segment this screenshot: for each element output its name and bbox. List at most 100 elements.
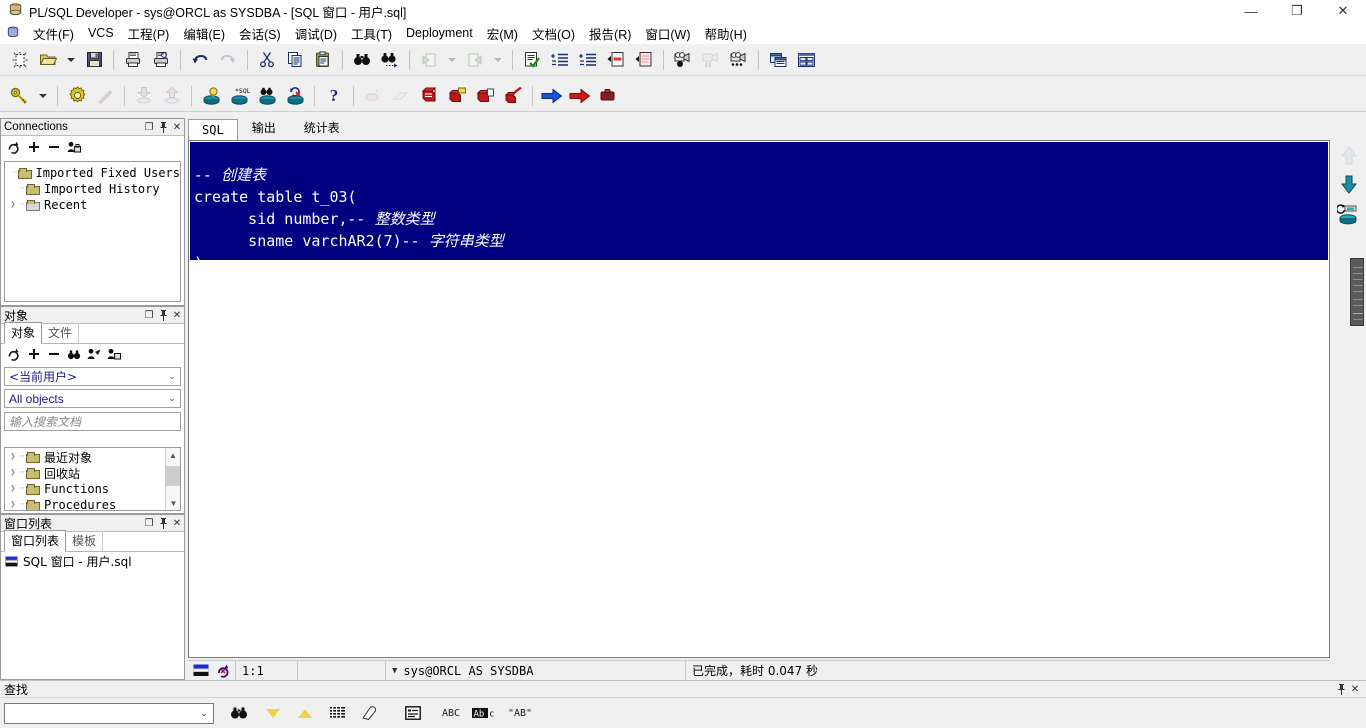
test-window-icon[interactable]	[254, 83, 280, 109]
sql-window-icon[interactable]: *SQL	[226, 83, 252, 109]
objects-tree-scrollbar[interactable]: ▲ ▼	[165, 448, 180, 510]
pin-icon[interactable]	[156, 120, 170, 134]
list-item[interactable]: SQL 窗口 - 用户.sql	[1, 552, 184, 570]
chevron-down-icon[interactable]: ⌄	[164, 371, 180, 382]
chevron-right-icon[interactable]: ❯	[7, 500, 19, 510]
remove-icon[interactable]	[45, 138, 62, 156]
add-icon[interactable]	[25, 138, 42, 156]
pin-icon[interactable]	[156, 308, 170, 322]
chevron-down-icon[interactable]: ▼	[392, 666, 397, 676]
menu-item-deployment[interactable]: Deployment	[399, 25, 480, 41]
user-filter-select[interactable]: <当前用户> ⌄	[4, 367, 181, 386]
chevron-down-icon[interactable]: ⌄	[164, 393, 180, 404]
play-macro-icon[interactable]	[726, 47, 752, 73]
key-icon[interactable]	[7, 83, 33, 109]
close-icon[interactable]: ✕	[1348, 682, 1362, 696]
menu-item-window[interactable]: 窗口(W)	[638, 23, 697, 44]
tree-item[interactable]: ❯ ┈ 回收站	[5, 465, 180, 481]
refresh-icon[interactable]	[5, 138, 22, 156]
highlight-icon[interactable]	[356, 701, 382, 725]
run-icon[interactable]	[539, 83, 565, 109]
comment-icon[interactable]	[603, 47, 629, 73]
restore-icon[interactable]: ❐	[142, 516, 156, 530]
tab-files[interactable]: 文件	[42, 323, 80, 343]
find-icon[interactable]	[226, 701, 252, 725]
regex-icon[interactable]: "AB"	[504, 701, 536, 725]
stop-icon[interactable]	[595, 83, 621, 109]
menu-item-report[interactable]: 报告(R)	[582, 23, 638, 44]
step-out-icon[interactable]	[500, 83, 526, 109]
find-icon[interactable]	[65, 345, 82, 363]
tile-windows-icon[interactable]	[793, 47, 819, 73]
tree-item[interactable]: ❯ ┈ Recent	[5, 197, 180, 213]
print-icon[interactable]	[120, 47, 146, 73]
run-step-icon[interactable]	[567, 83, 593, 109]
find-next-icon[interactable]	[377, 47, 403, 73]
close-icon[interactable]: ✕	[170, 516, 184, 530]
connections-tree[interactable]: ┈ Imported Fixed Users ┈ Imported Histor…	[4, 161, 181, 302]
paste-icon[interactable]	[310, 47, 336, 73]
chevron-right-icon[interactable]: ❯	[7, 200, 19, 210]
tab-sql[interactable]: SQL	[188, 119, 238, 141]
menu-item-document[interactable]: 文档(O)	[525, 23, 582, 44]
chevron-right-icon[interactable]: ❯	[7, 484, 19, 494]
object-search-input[interactable]: 输入搜索文档	[4, 412, 181, 431]
key-dropdown-icon[interactable]	[35, 83, 51, 109]
chevron-right-icon[interactable]: ❯	[7, 468, 19, 478]
tree-item[interactable]: ❯ ┈ Functions	[5, 481, 180, 497]
objects-tree[interactable]: ❯ ┈ 最近对象 ❯ ┈ 回收站 ❯ ┈ Functions ❯ ┈ Proce…	[4, 447, 181, 511]
find-all-icon[interactable]	[324, 701, 350, 725]
menu-item-edit[interactable]: 编辑(E)	[176, 23, 232, 44]
cascade-windows-icon[interactable]	[765, 47, 791, 73]
tree-item[interactable]: ┈ Imported Fixed Users	[5, 165, 180, 181]
close-icon[interactable]: ✕	[170, 120, 184, 134]
find-input[interactable]: ⌄	[4, 702, 214, 724]
download-down-icon[interactable]	[1332, 170, 1366, 200]
window-maximize-button[interactable]: ❐	[1274, 0, 1320, 22]
copy-icon[interactable]	[282, 47, 308, 73]
menu-item-vcs[interactable]: VCS	[81, 25, 121, 41]
refresh-icon[interactable]	[5, 345, 22, 363]
user-icon[interactable]	[105, 345, 122, 363]
open-icon[interactable]	[35, 47, 61, 73]
print-preview-icon[interactable]	[148, 47, 174, 73]
rollback-icon[interactable]	[282, 83, 308, 109]
tree-item[interactable]: ❯ ┈ Procedures	[5, 497, 180, 510]
find-icon[interactable]	[349, 47, 375, 73]
step-icon[interactable]	[416, 83, 442, 109]
scrollbar-thumb[interactable]	[166, 466, 180, 486]
menu-item-session[interactable]: 会话(S)	[232, 23, 288, 44]
window-close-button[interactable]: ✕	[1320, 0, 1366, 22]
open-dropdown-icon[interactable]	[63, 47, 79, 73]
menu-item-file[interactable]: 文件(F)	[26, 23, 81, 44]
tab-templates[interactable]: 模板	[66, 531, 104, 551]
whole-word-icon[interactable]: ABC	[436, 701, 466, 725]
settings-icon[interactable]	[64, 83, 90, 109]
save-icon[interactable]	[81, 47, 107, 73]
remove-icon[interactable]	[45, 345, 62, 363]
menu-item-tools[interactable]: 工具(T)	[344, 23, 399, 44]
scroll-down-button[interactable]: ▼	[166, 496, 180, 510]
add-icon[interactable]	[25, 345, 42, 363]
window-minimize-button[interactable]: —	[1228, 0, 1274, 22]
sql-code-text[interactable]: -- 创建表 create table t_03( sid number,-- …	[190, 142, 1328, 260]
scroll-up-button[interactable]: ▲	[166, 448, 180, 462]
step-over-icon[interactable]	[472, 83, 498, 109]
find-in-list-icon[interactable]	[400, 701, 426, 725]
record-macro-icon[interactable]	[670, 47, 696, 73]
close-icon[interactable]: ✕	[170, 308, 184, 322]
explain-plan-icon[interactable]	[198, 83, 224, 109]
menu-item-help[interactable]: 帮助(H)	[698, 23, 754, 44]
restore-icon[interactable]: ❐	[142, 308, 156, 322]
match-case-icon[interactable]: Ab c	[470, 701, 500, 725]
find-next-down-icon[interactable]	[260, 701, 286, 725]
menu-item-project[interactable]: 工程(P)	[121, 23, 177, 44]
pin-icon[interactable]	[156, 516, 170, 530]
find-previous-up-icon[interactable]	[292, 701, 318, 725]
step-into-icon[interactable]	[444, 83, 470, 109]
connection-selector[interactable]: ▼ sys@ORCL AS SYSDBA	[386, 660, 686, 681]
tree-item[interactable]: ┈ Imported History	[5, 181, 180, 197]
tab-statistics[interactable]: 统计表	[289, 115, 354, 140]
help-icon[interactable]: ?	[321, 83, 347, 109]
tab-objects[interactable]: 对象	[4, 322, 43, 344]
